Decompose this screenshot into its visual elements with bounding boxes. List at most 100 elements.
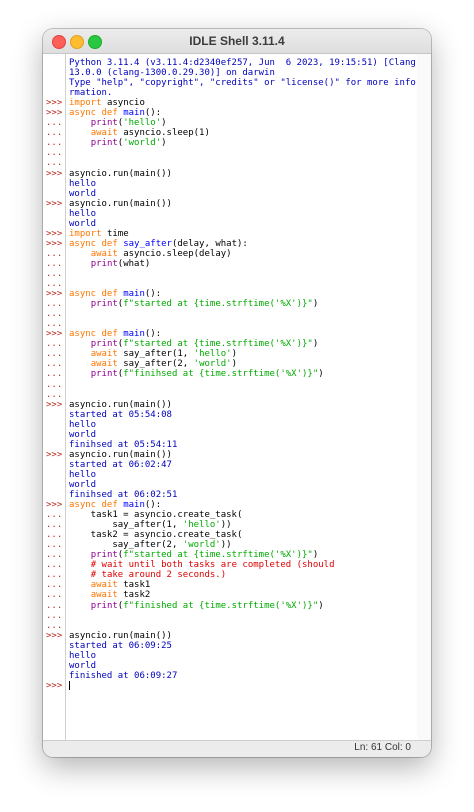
code-token: asyncio.run(main()) [69, 449, 172, 460]
code-token: print [90, 258, 118, 269]
code-text: asyncio.run(main()) [69, 400, 172, 410]
shell-line: hello [43, 179, 431, 189]
shell-line: ... [43, 158, 431, 168]
shell-line: ... print(f"started at {time.strftime('%… [43, 339, 431, 349]
shell-line: ... [43, 380, 431, 390]
code-token: main [123, 500, 145, 511]
shell-line: ... [43, 309, 431, 319]
shell-line: >>> asyncio.run(main()) [43, 631, 431, 641]
shell-prompt: >>> [46, 329, 63, 340]
stdout-text: world [69, 429, 97, 440]
continuation-prompt: ... [46, 620, 63, 631]
code-text: asyncio.run(main()) [69, 450, 172, 460]
code-text: async def say_after(delay, what): [69, 239, 248, 249]
code-text: await say_after(2, 'world') [69, 359, 237, 369]
code-token: async def [69, 108, 124, 119]
code-text: async def main(): [69, 108, 161, 118]
shell-prompt: >>> [46, 198, 63, 209]
banner-text: Type "help", "copyright", "credits" or "… [69, 78, 416, 89]
code-token: asyncio.sleep(1) [123, 128, 210, 139]
code-text: await task1 [69, 580, 151, 590]
shell-line: >>> asyncio.run(main()) [43, 400, 431, 410]
shell-line: >>> async def main(): [43, 329, 431, 339]
shell-line: ... [43, 390, 431, 400]
code-text: async def main(): [69, 289, 161, 299]
shell-line: ... await say_after(1, 'hello') [43, 349, 431, 359]
shell-text-area[interactable]: Python 3.11.4 (v3.11.4:d2340ef257, Jun 6… [43, 54, 431, 740]
code-text: print(f"started at {time.strftime('%X')}… [69, 299, 319, 309]
shell-line: >>> asyncio.run(main()) [43, 450, 431, 460]
code-token: (): [144, 329, 162, 340]
code-token: f"finished at {time.strftime('%X')}" [123, 600, 319, 611]
shell-prompt: >>> [46, 500, 63, 511]
vertical-scrollbar[interactable] [417, 54, 431, 740]
stdout-text: world [69, 660, 97, 671]
code-text: asyncio.run(main()) [69, 169, 172, 179]
stdout-text: hello [69, 419, 97, 430]
shell-prompt: >>> [46, 168, 63, 179]
code-token: ) [312, 550, 319, 561]
code-token: f"started at {time.strftime('%X')}" [123, 550, 313, 561]
continuation-prompt: ... [46, 309, 63, 320]
shell-prompt: >>> [46, 98, 63, 109]
code-token: time [106, 228, 129, 239]
code-token: 'hello' [182, 520, 221, 531]
code-token: # take around 2 seconds.) [90, 570, 227, 581]
code-token: asyncio.run(main()) [69, 168, 172, 179]
continuation-prompt: ... [46, 560, 63, 571]
code-token: print [90, 118, 118, 129]
code-text: print(f"finished at {time.strftime('%X')… [69, 601, 324, 611]
code-token: async def [69, 500, 124, 511]
code-token: ) [318, 600, 324, 611]
code-token: main [123, 289, 145, 300]
shell-line: >>> async def main(): [43, 108, 431, 118]
shell-line: >>> [43, 680, 431, 691]
shell-prompt: >>> [46, 289, 63, 300]
code-token: 'world' [123, 138, 162, 149]
shell-line: ... print(f"started at {time.strftime('%… [43, 299, 431, 309]
stdout-text: finihsed at 05:54:11 [69, 439, 178, 450]
shell-line: ... await say_after(2, 'world') [43, 359, 431, 369]
shell-line: Python 3.11.4 (v3.11.4:d2340ef257, Jun 6… [43, 58, 431, 68]
code-text: await task2 [69, 590, 151, 601]
code-token: async def [69, 289, 124, 300]
code-token: (delay, what): [171, 238, 248, 249]
code-token: ) [312, 339, 319, 350]
shell-line: ... await asyncio.sleep(delay) [43, 249, 431, 259]
code-text: print('hello') [69, 118, 167, 128]
code-token: say_after [123, 238, 172, 249]
shell-line: ... print('world') [43, 138, 431, 148]
code-token: await [90, 359, 124, 370]
code-token: task1 = asyncio.create_task( [69, 510, 243, 521]
code-token: (): [144, 108, 162, 119]
code-token: print [90, 138, 118, 149]
shell-line: ... [43, 611, 431, 621]
code-token: print [90, 369, 118, 380]
code-text: print(what) [69, 258, 151, 269]
stdout-text: world [69, 188, 97, 199]
shell-prompt: >>> [46, 680, 63, 691]
continuation-prompt: ... [46, 369, 63, 380]
continuation-prompt: ... [46, 540, 63, 551]
code-text: async def main(): [69, 500, 161, 510]
shell-line: >>> async def say_after(delay, what): [43, 239, 431, 249]
code-token: ) [318, 369, 324, 380]
code-token: ) [161, 138, 167, 149]
code-token: )) [220, 520, 232, 531]
code-token: task2 [123, 590, 151, 601]
shell-line: ... print(f"started at {time.strftime('%… [43, 550, 431, 560]
shell-line: ... # wait until both tasks are complete… [43, 560, 431, 570]
shell-line: ... [43, 621, 431, 631]
shell-prompt: >>> [46, 449, 63, 460]
shell-prompt: >>> [46, 228, 63, 239]
banner-text: Python 3.11.4 (v3.11.4:d2340ef257, Jun 6… [69, 58, 416, 68]
code-token: (what) [117, 258, 151, 269]
title-bar[interactable]: IDLE Shell 3.11.4 [43, 29, 431, 54]
shell-lines[interactable]: Python 3.11.4 (v3.11.4:d2340ef257, Jun 6… [43, 58, 431, 691]
shell-line: ... print('hello') [43, 118, 431, 128]
shell-line: >>> async def main(): [43, 289, 431, 299]
